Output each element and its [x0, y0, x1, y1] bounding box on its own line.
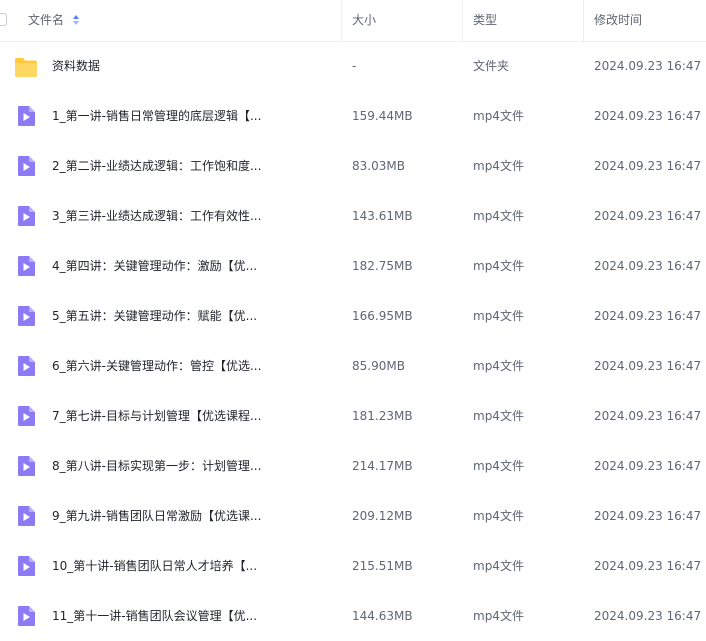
file-size: 144.63MB	[352, 609, 413, 623]
file-type: mp4文件	[473, 209, 524, 223]
video-file-icon	[15, 205, 37, 227]
file-name[interactable]: 6_第六讲-关键管理动作：管控【优选...	[52, 341, 332, 391]
file-type: mp4文件	[473, 609, 524, 623]
video-file-icon	[15, 505, 37, 527]
file-size: 181.23MB	[352, 409, 413, 423]
column-header-modified-time[interactable]: 修改时间	[594, 0, 642, 41]
file-modified-time: 2024.09.23 16:47	[594, 59, 702, 73]
video-file-icon	[15, 405, 37, 427]
file-row[interactable]: 6_第六讲-关键管理动作：管控【优选... 85.90MB mp4文件 2024.09…	[0, 341, 706, 391]
file-type: mp4文件	[473, 159, 524, 173]
file-name[interactable]: 7_第七讲-目标与计划管理【优选课程...	[52, 391, 332, 441]
file-size: 209.12MB	[352, 509, 413, 523]
file-modified-time: 2024.09.23 16:47	[594, 509, 702, 523]
file-type: mp4文件	[473, 559, 524, 573]
file-name[interactable]: 8_第八讲-目标实现第一步：计划管理...	[52, 441, 332, 491]
file-modified-time: 2024.09.23 16:47	[594, 159, 702, 173]
file-size: 85.90MB	[352, 359, 405, 373]
file-list: 资料数据 - 文件夹 2024.09.23 16:47 1_第一讲-销售日常管理的底层逻…	[0, 41, 706, 641]
file-name[interactable]: 10_第十讲-销售团队日常人才培养【...	[52, 541, 332, 591]
file-size: -	[352, 59, 357, 73]
column-divider[interactable]	[583, 0, 584, 41]
file-row[interactable]: 10_第十讲-销售团队日常人才培养【... 215.51MB mp4文件 2024.0…	[0, 541, 706, 591]
video-file-icon	[15, 255, 37, 277]
file-size: 214.17MB	[352, 459, 413, 473]
folder-icon	[14, 56, 38, 78]
video-file-icon	[15, 105, 37, 127]
file-type: mp4文件	[473, 509, 524, 523]
file-size: 159.44MB	[352, 109, 413, 123]
file-size: 215.51MB	[352, 559, 413, 573]
file-type: mp4文件	[473, 259, 524, 273]
video-file-icon	[15, 355, 37, 377]
file-list-header: 文件名 大小 类型 修改时间	[0, 0, 706, 42]
file-modified-time: 2024.09.23 16:47	[594, 259, 702, 273]
file-size: 83.03MB	[352, 159, 405, 173]
file-modified-time: 2024.09.23 16:47	[594, 559, 702, 573]
file-row[interactable]: 资料数据 - 文件夹 2024.09.23 16:47	[0, 41, 706, 91]
file-name[interactable]: 3_第三讲-业绩达成逻辑：工作有效性...	[52, 191, 332, 241]
file-name[interactable]: 9_第九讲-销售团队日常激励【优选课...	[52, 491, 332, 541]
file-name[interactable]: 资料数据	[52, 41, 332, 91]
column-header-name[interactable]: 文件名	[28, 0, 80, 41]
file-modified-time: 2024.09.23 16:47	[594, 209, 702, 223]
file-type: mp4文件	[473, 109, 524, 123]
video-file-icon	[15, 555, 37, 577]
video-file-icon	[15, 155, 37, 177]
file-row[interactable]: 9_第九讲-销售团队日常激励【优选课... 209.12MB mp4文件 2024.0…	[0, 491, 706, 541]
column-header-name-label: 文件名	[28, 13, 65, 27]
select-all-checkbox[interactable]	[0, 13, 7, 26]
file-type: mp4文件	[473, 409, 524, 423]
column-divider[interactable]	[462, 0, 463, 41]
file-row[interactable]: 1_第一讲-销售日常管理的底层逻辑【... 159.44MB mp4文件 2024.0…	[0, 91, 706, 141]
file-row[interactable]: 11_第十一讲-销售团队会议管理【优... 144.63MB mp4文件 2024.0…	[0, 591, 706, 641]
file-row[interactable]: 4_第四讲：关键管理动作：激励【优... 182.75MB mp4文件 2024.09…	[0, 241, 706, 291]
file-modified-time: 2024.09.23 16:47	[594, 409, 702, 423]
file-name[interactable]: 11_第十一讲-销售团队会议管理【优...	[52, 591, 332, 641]
column-header-size[interactable]: 大小	[352, 0, 376, 41]
file-size: 166.95MB	[352, 309, 413, 323]
column-divider[interactable]	[341, 0, 342, 41]
file-type: mp4文件	[473, 459, 524, 473]
file-size: 143.61MB	[352, 209, 413, 223]
file-type: 文件夹	[473, 59, 510, 73]
video-file-icon	[15, 305, 37, 327]
file-modified-time: 2024.09.23 16:47	[594, 309, 702, 323]
file-row[interactable]: 3_第三讲-业绩达成逻辑：工作有效性... 143.61MB mp4文件 2024.0…	[0, 191, 706, 241]
file-modified-time: 2024.09.23 16:47	[594, 109, 702, 123]
file-type: mp4文件	[473, 309, 524, 323]
file-row[interactable]: 7_第七讲-目标与计划管理【优选课程... 181.23MB mp4文件 2024.0…	[0, 391, 706, 441]
file-name[interactable]: 1_第一讲-销售日常管理的底层逻辑【...	[52, 91, 332, 141]
file-name[interactable]: 5_第五讲：关键管理动作：赋能【优...	[52, 291, 332, 341]
file-row[interactable]: 8_第八讲-目标实现第一步：计划管理... 214.17MB mp4文件 2024.0…	[0, 441, 706, 491]
video-file-icon	[15, 455, 37, 477]
file-size: 182.75MB	[352, 259, 413, 273]
column-header-type[interactable]: 类型	[473, 0, 497, 41]
file-modified-time: 2024.09.23 16:47	[594, 459, 702, 473]
file-modified-time: 2024.09.23 16:47	[594, 359, 702, 373]
file-modified-time: 2024.09.23 16:47	[594, 609, 702, 623]
file-row[interactable]: 2_第二讲-业绩达成逻辑：工作饱和度... 83.03MB mp4文件 2024.09…	[0, 141, 706, 191]
file-type: mp4文件	[473, 359, 524, 373]
file-name[interactable]: 2_第二讲-业绩达成逻辑：工作饱和度...	[52, 141, 332, 191]
video-file-icon	[15, 605, 37, 627]
file-row[interactable]: 5_第五讲：关键管理动作：赋能【优... 166.95MB mp4文件 2024.09…	[0, 291, 706, 341]
sort-icon[interactable]	[72, 14, 80, 27]
file-name[interactable]: 4_第四讲：关键管理动作：激励【优...	[52, 241, 332, 291]
